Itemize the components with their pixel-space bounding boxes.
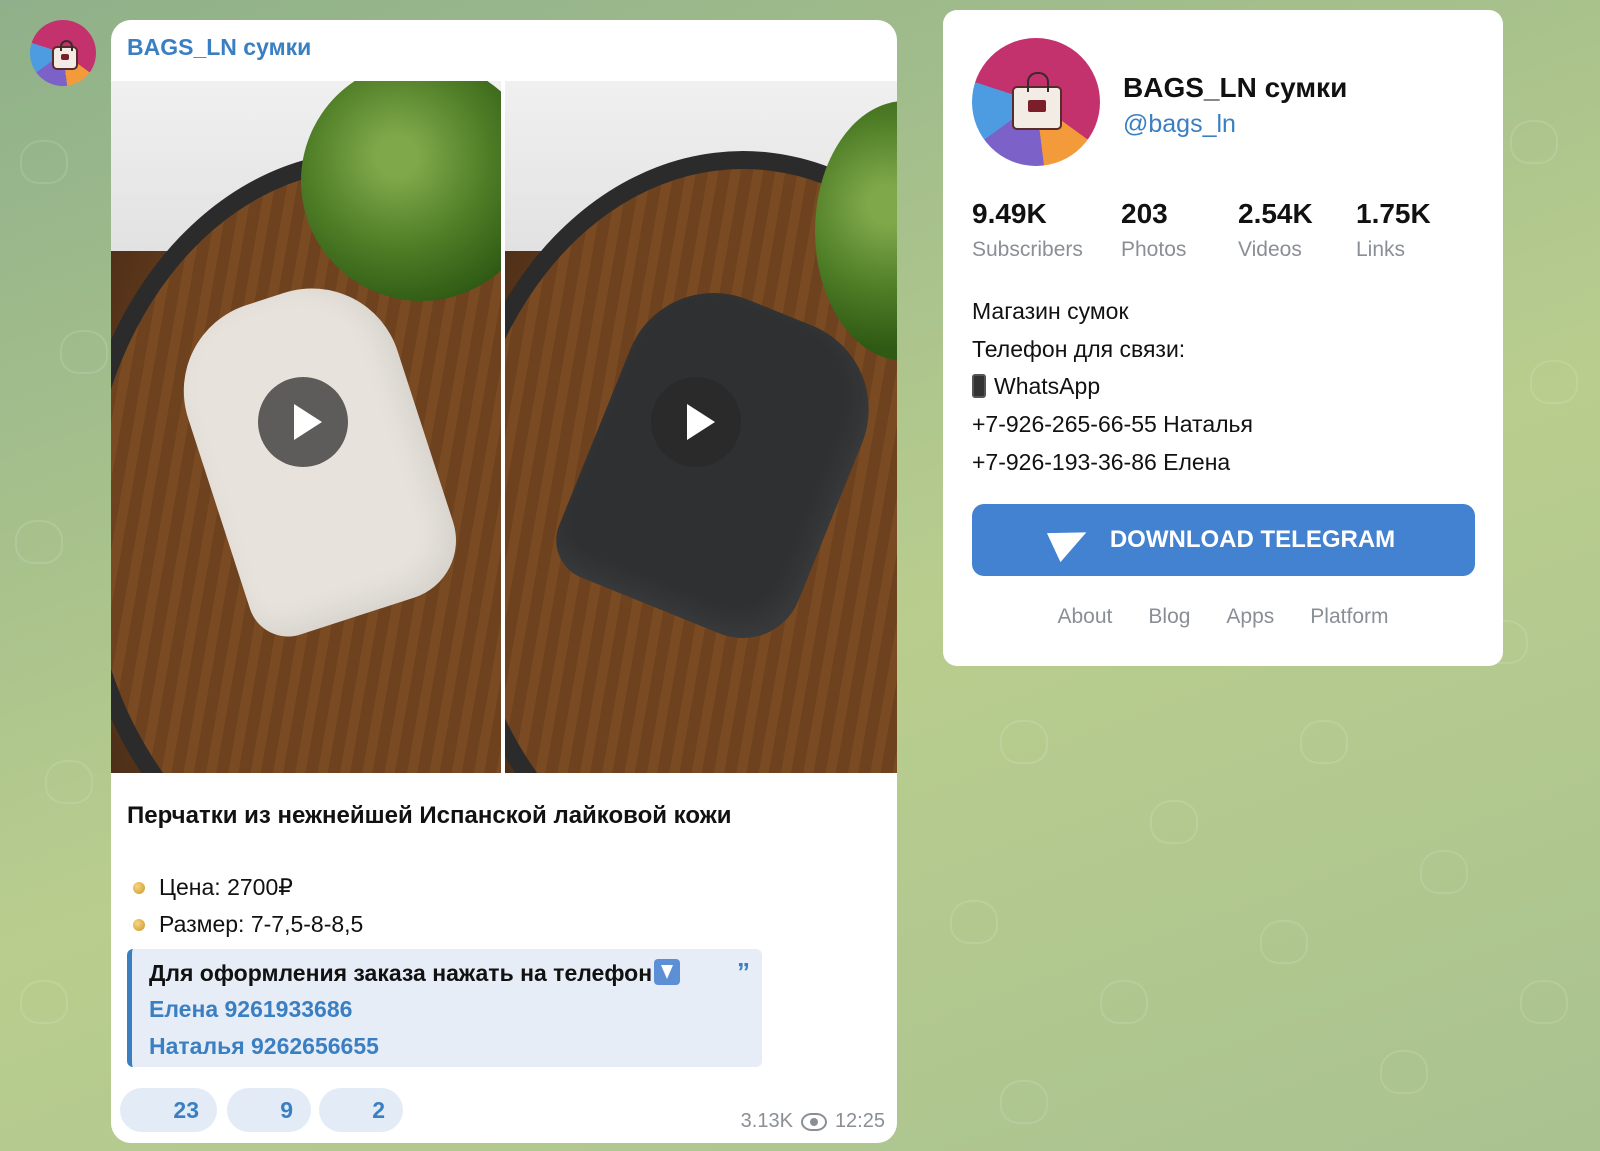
quote-icon: ” xyxy=(737,957,750,987)
reaction-count: 9 xyxy=(280,1096,293,1123)
bag-logo-icon xyxy=(52,40,78,70)
reaction-button[interactable]: 2 xyxy=(319,1088,403,1132)
telegram-plane-icon xyxy=(1046,517,1093,563)
down-arrow-icon xyxy=(654,959,681,985)
footer-link-platform[interactable]: Platform xyxy=(1310,605,1388,629)
stat-value: 203 xyxy=(1121,198,1168,229)
description-line: Магазин сумок xyxy=(972,298,1129,324)
message-time: 12:25 xyxy=(834,1110,885,1132)
size-text: Размер: 7-7,5-8-8,5 xyxy=(159,911,364,937)
quote-heading-text: Для оформления заказа нажать на телефон xyxy=(149,960,653,986)
profile-title: BAGS_LN сумки xyxy=(1123,72,1348,103)
description-line: +7-926-193-36-86 Елена xyxy=(972,449,1231,475)
price-text: Цена: 2700₽ xyxy=(159,874,293,900)
stat-photos: 203 Photos xyxy=(1121,198,1186,262)
channel-avatar[interactable] xyxy=(30,20,96,86)
phone-link-natalya[interactable]: Наталья 9262656655 xyxy=(149,1033,379,1060)
play-icon[interactable] xyxy=(651,377,741,467)
channel-name-link[interactable]: BAGS_LN сумки xyxy=(127,34,311,61)
description-line: WhatsApp xyxy=(972,373,1100,400)
message-bubble: BAGS_LN сумки Перчатки из нежнейшей Испа… xyxy=(111,20,897,1143)
description-line: Телефон для связи: xyxy=(972,336,1186,362)
size-line: Размер: 7-7,5-8-8,5 xyxy=(133,911,363,938)
stat-value: 2.54K xyxy=(1238,198,1313,229)
phone-link-elena[interactable]: Елена 9261933686 xyxy=(149,996,352,1023)
stat-value: 9.49K xyxy=(972,198,1047,229)
order-quote: Для оформления заказа нажать на телефон … xyxy=(127,949,762,1067)
stat-videos: 2.54K Videos xyxy=(1238,198,1313,262)
video-thumbnail-white-gloves[interactable] xyxy=(111,81,501,773)
play-icon[interactable] xyxy=(258,377,348,467)
quote-heading: Для оформления заказа нажать на телефон xyxy=(149,959,681,987)
reaction-button[interactable]: 9 xyxy=(227,1088,311,1132)
reaction-count: 2 xyxy=(372,1096,385,1123)
download-telegram-button[interactable]: DOWNLOAD TELEGRAM xyxy=(972,504,1475,576)
reaction-count: 23 xyxy=(173,1096,199,1123)
post-title: Перчатки из нежнейшей Испанской лайковой… xyxy=(127,802,732,829)
footer-link-about[interactable]: About xyxy=(1058,605,1113,629)
description-line: +7-926-265-66-55 Наталья xyxy=(972,411,1253,437)
view-count: 3.13K xyxy=(740,1110,793,1132)
video-thumbnail-black-gloves[interactable] xyxy=(505,81,897,773)
download-label: DOWNLOAD TELEGRAM xyxy=(1109,526,1396,553)
stat-label: Links xyxy=(1356,238,1406,261)
stat-label: Subscribers xyxy=(972,238,1083,261)
bag-logo-icon xyxy=(1012,72,1062,130)
media-album xyxy=(111,81,897,773)
price-line: Цена: 2700₽ xyxy=(133,874,293,901)
profile-username-link[interactable]: @bags_ln xyxy=(1123,110,1236,139)
stat-label: Photos xyxy=(1121,238,1187,261)
eye-icon xyxy=(800,1112,827,1131)
bullet-icon xyxy=(133,918,145,931)
reaction-button[interactable]: 23 xyxy=(120,1088,217,1132)
stat-subscribers: 9.49K Subscribers xyxy=(972,198,1083,262)
whatsapp-label: WhatsApp xyxy=(994,373,1101,399)
profile-avatar xyxy=(972,38,1100,166)
stat-value: 1.75K xyxy=(1356,198,1431,229)
stat-label: Videos xyxy=(1238,238,1302,261)
stat-links: 1.75K Links xyxy=(1356,198,1431,262)
footer-links: About Blog Apps Platform xyxy=(943,605,1503,629)
footer-link-apps[interactable]: Apps xyxy=(1226,605,1274,629)
channel-profile-card: BAGS_LN сумки @bags_ln 9.49K Subscribers… xyxy=(943,10,1503,666)
mobile-phone-icon xyxy=(972,374,986,398)
message-meta: 3.13K 12:25 xyxy=(741,1110,885,1133)
bullet-icon xyxy=(133,881,145,894)
footer-link-blog[interactable]: Blog xyxy=(1148,605,1190,629)
